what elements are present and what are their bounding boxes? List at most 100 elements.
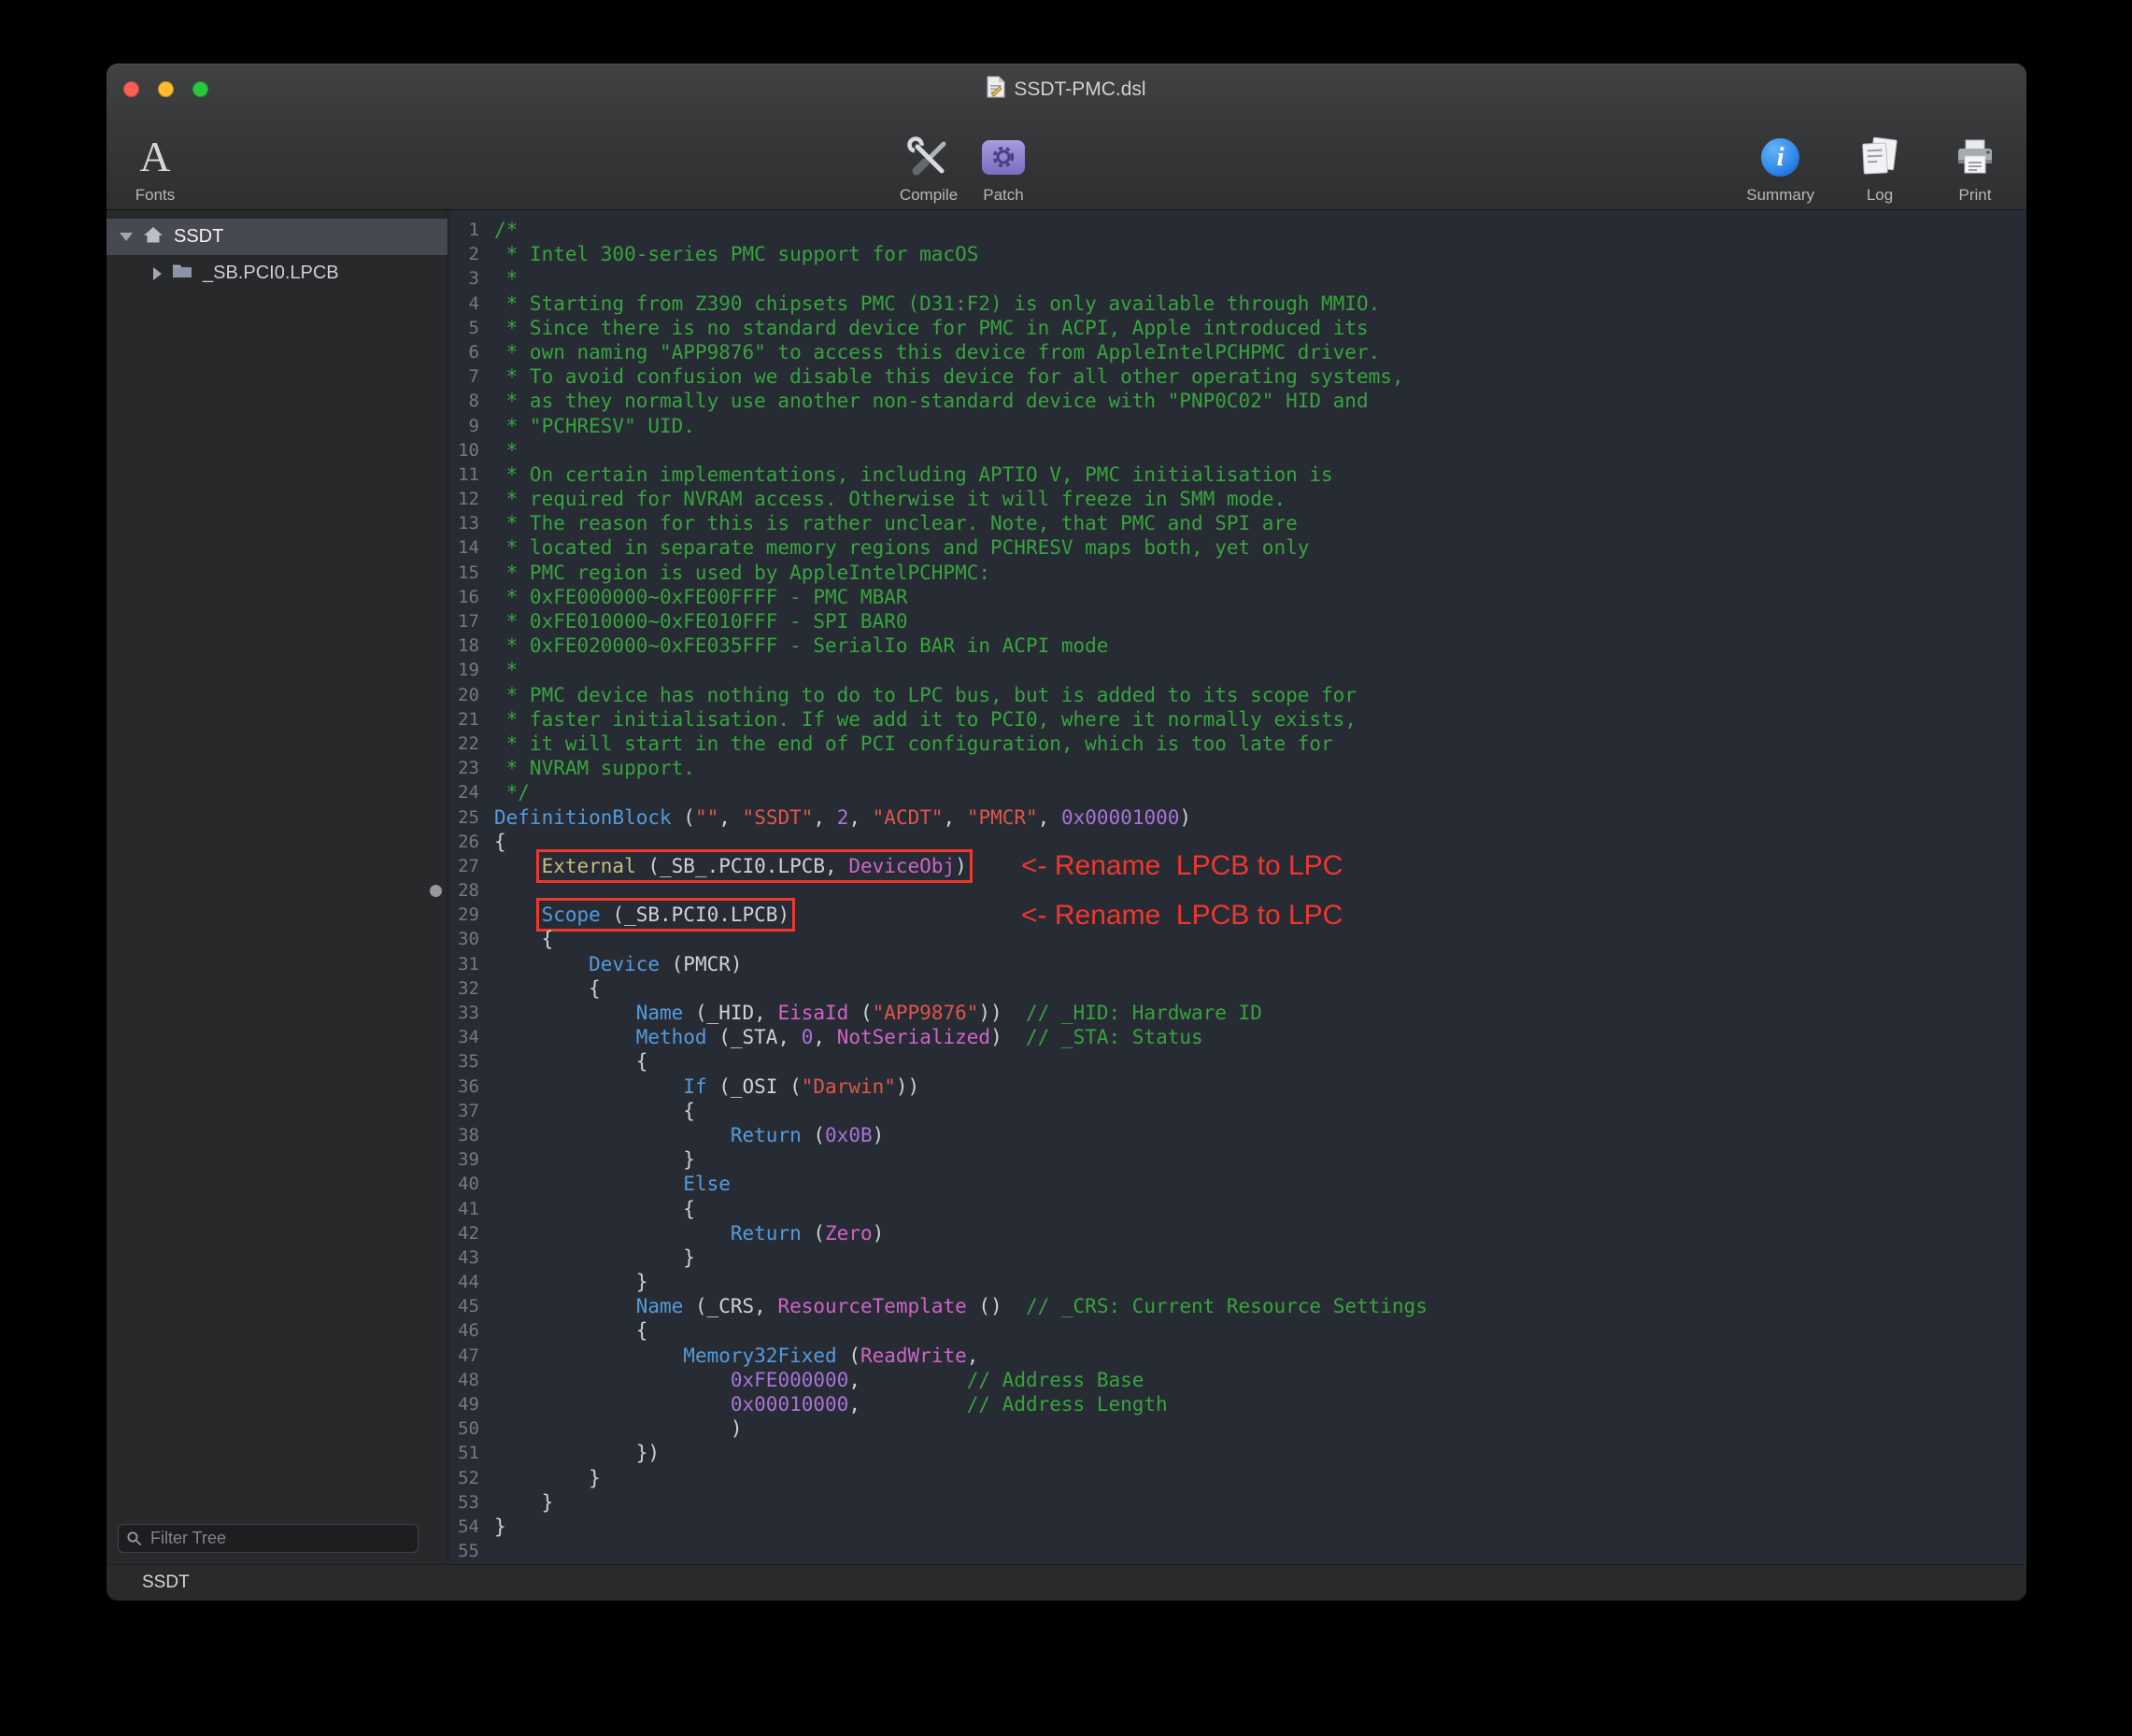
sidebar-tree: SSDT _SB.PCI0.LPCB bbox=[107, 210, 448, 1564]
maciasl-window: SSDT-PMC.dsl A Fonts bbox=[107, 64, 2026, 1601]
compile-label: Compile bbox=[900, 186, 958, 205]
code-line: 36 If (_OSI ("Darwin")) bbox=[449, 1074, 2026, 1099]
line-number: 6 bbox=[449, 340, 490, 364]
content-area: SSDT _SB.PCI0.LPCB bbox=[107, 210, 2026, 1564]
code-line: 55 bbox=[449, 1539, 2026, 1563]
code-line: 54} bbox=[449, 1515, 2026, 1539]
code-line: 17 * 0xFE010000~0xFE010FFF - SPI BAR0 bbox=[449, 609, 2026, 633]
code-line: 53 } bbox=[449, 1490, 2026, 1515]
code-line: 13 * The reason for this is rather uncle… bbox=[449, 511, 2026, 535]
code-line: 46 { bbox=[449, 1318, 2026, 1343]
code-line: 20 * PMC device has nothing to do to LPC… bbox=[449, 683, 2026, 707]
code-line: 10 * bbox=[449, 438, 2026, 462]
window-title-group: SSDT-PMC.dsl bbox=[987, 76, 1145, 104]
line-number: 47 bbox=[449, 1344, 490, 1368]
print-label: Print bbox=[1959, 186, 1992, 205]
filter-tree-field bbox=[118, 1524, 419, 1553]
annotation-text: <- Rename LPCB to LPC bbox=[1021, 900, 1343, 932]
line-number: 13 bbox=[449, 511, 490, 535]
line-number: 27 bbox=[449, 854, 490, 878]
code-line: 31 Device (PMCR) bbox=[449, 952, 2026, 976]
compile-button[interactable]: Compile bbox=[899, 133, 959, 205]
summary-button[interactable]: i Summary bbox=[1746, 133, 1814, 205]
titlebar-toolbar: SSDT-PMC.dsl A Fonts bbox=[107, 64, 2026, 210]
code-line: 47 Memory32Fixed (ReadWrite, bbox=[449, 1344, 2026, 1368]
window-title: SSDT-PMC.dsl bbox=[1014, 78, 1145, 101]
summary-label: Summary bbox=[1746, 186, 1814, 205]
code-line: 34 Method (_STA, 0, NotSerialized) // _S… bbox=[449, 1025, 2026, 1049]
code-line: 16 * 0xFE000000~0xFE00FFFF - PMC MBAR bbox=[449, 585, 2026, 609]
chevron-right-icon[interactable] bbox=[153, 267, 162, 280]
annotation-box: External (_SB_.PCI0.LPCB, DeviceObj) bbox=[542, 855, 967, 877]
zoom-button[interactable] bbox=[192, 81, 208, 97]
code-line: 40 Else bbox=[449, 1172, 2026, 1196]
filter-tree-input[interactable] bbox=[118, 1524, 419, 1553]
line-number: 19 bbox=[449, 658, 490, 682]
line-number: 42 bbox=[449, 1221, 490, 1245]
code-line: 51 }) bbox=[449, 1441, 2026, 1465]
code-line: 9 * "PCHRESV" UID. bbox=[449, 414, 2026, 438]
line-number: 51 bbox=[449, 1441, 490, 1465]
chevron-down-icon[interactable] bbox=[120, 233, 133, 241]
line-number: 20 bbox=[449, 683, 490, 707]
log-button[interactable]: Log bbox=[1850, 133, 1910, 205]
fonts-label: Fonts bbox=[135, 186, 176, 205]
code-line: 8 * as they normally use another non-sta… bbox=[449, 389, 2026, 413]
minimize-button[interactable] bbox=[158, 81, 174, 97]
close-button[interactable] bbox=[123, 81, 139, 97]
line-number: 38 bbox=[449, 1123, 490, 1147]
line-number: 21 bbox=[449, 707, 490, 732]
annotation-text: <- Rename LPCB to LPC bbox=[1021, 850, 1343, 882]
line-number: 43 bbox=[449, 1245, 490, 1270]
code-line: 22 * it will start in the end of PCI con… bbox=[449, 732, 2026, 756]
code-line: 23 * NVRAM support. bbox=[449, 756, 2026, 780]
code-line: 7 * To avoid confusion we disable this d… bbox=[449, 364, 2026, 389]
code-line: 18 * 0xFE020000~0xFE035FFF - SerialIo BA… bbox=[449, 633, 2026, 658]
line-number: 50 bbox=[449, 1416, 490, 1441]
code-line: 6 * own naming "APP9876" to access this … bbox=[449, 340, 2026, 364]
code-line: 5 * Since there is no standard device fo… bbox=[449, 316, 2026, 340]
line-number: 52 bbox=[449, 1466, 490, 1490]
line-number: 48 bbox=[449, 1368, 490, 1392]
line-number: 22 bbox=[449, 732, 490, 756]
patch-button[interactable]: Patch bbox=[974, 133, 1033, 205]
code-line: 12 * required for NVRAM access. Otherwis… bbox=[449, 487, 2026, 511]
code-line: 3 * bbox=[449, 266, 2026, 291]
code-line: 44 } bbox=[449, 1270, 2026, 1294]
print-button[interactable]: Print bbox=[1945, 133, 2005, 205]
code-line: 39 } bbox=[449, 1147, 2026, 1172]
code-line: 37 { bbox=[449, 1099, 2026, 1123]
line-number: 15 bbox=[449, 561, 490, 585]
line-number: 16 bbox=[449, 585, 490, 609]
sidebar-item-ssdt[interactable]: SSDT bbox=[107, 219, 448, 255]
code-line: 24 */ bbox=[449, 780, 2026, 804]
line-number: 36 bbox=[449, 1074, 490, 1099]
line-number: 14 bbox=[449, 535, 490, 560]
code-line: 14 * located in separate memory regions … bbox=[449, 535, 2026, 560]
titlebar: SSDT-PMC.dsl bbox=[107, 64, 2026, 115]
line-number: 2 bbox=[449, 242, 490, 266]
line-number: 45 bbox=[449, 1294, 490, 1318]
code-line: 25DefinitionBlock ("", "SSDT", 2, "ACDT"… bbox=[449, 805, 2026, 830]
line-number: 5 bbox=[449, 316, 490, 340]
compile-tools-icon bbox=[904, 133, 953, 181]
status-bar: SSDT bbox=[107, 1564, 2026, 1601]
code-line: 21 * faster initialisation. If we add it… bbox=[449, 707, 2026, 732]
code-editor[interactable]: 1/*2 * Intel 300-series PMC support for … bbox=[449, 210, 2026, 1564]
line-number: 9 bbox=[449, 414, 490, 438]
line-number: 31 bbox=[449, 952, 490, 976]
search-icon bbox=[126, 1530, 142, 1551]
line-number: 12 bbox=[449, 487, 490, 511]
line-number: 25 bbox=[449, 805, 490, 830]
status-text: SSDT bbox=[142, 1572, 190, 1593]
line-number: 55 bbox=[449, 1539, 490, 1563]
fonts-button[interactable]: A Fonts bbox=[125, 133, 185, 205]
line-number: 35 bbox=[449, 1049, 490, 1074]
line-number: 54 bbox=[449, 1515, 490, 1539]
line-number: 44 bbox=[449, 1270, 490, 1294]
sidebar-item-sb-pci0-lpcb[interactable]: _SB.PCI0.LPCB bbox=[107, 255, 448, 292]
code-line: 38 Return (0x0B) bbox=[449, 1123, 2026, 1147]
line-number: 24 bbox=[449, 780, 490, 804]
line-number: 34 bbox=[449, 1025, 490, 1049]
document-icon bbox=[987, 76, 1005, 104]
